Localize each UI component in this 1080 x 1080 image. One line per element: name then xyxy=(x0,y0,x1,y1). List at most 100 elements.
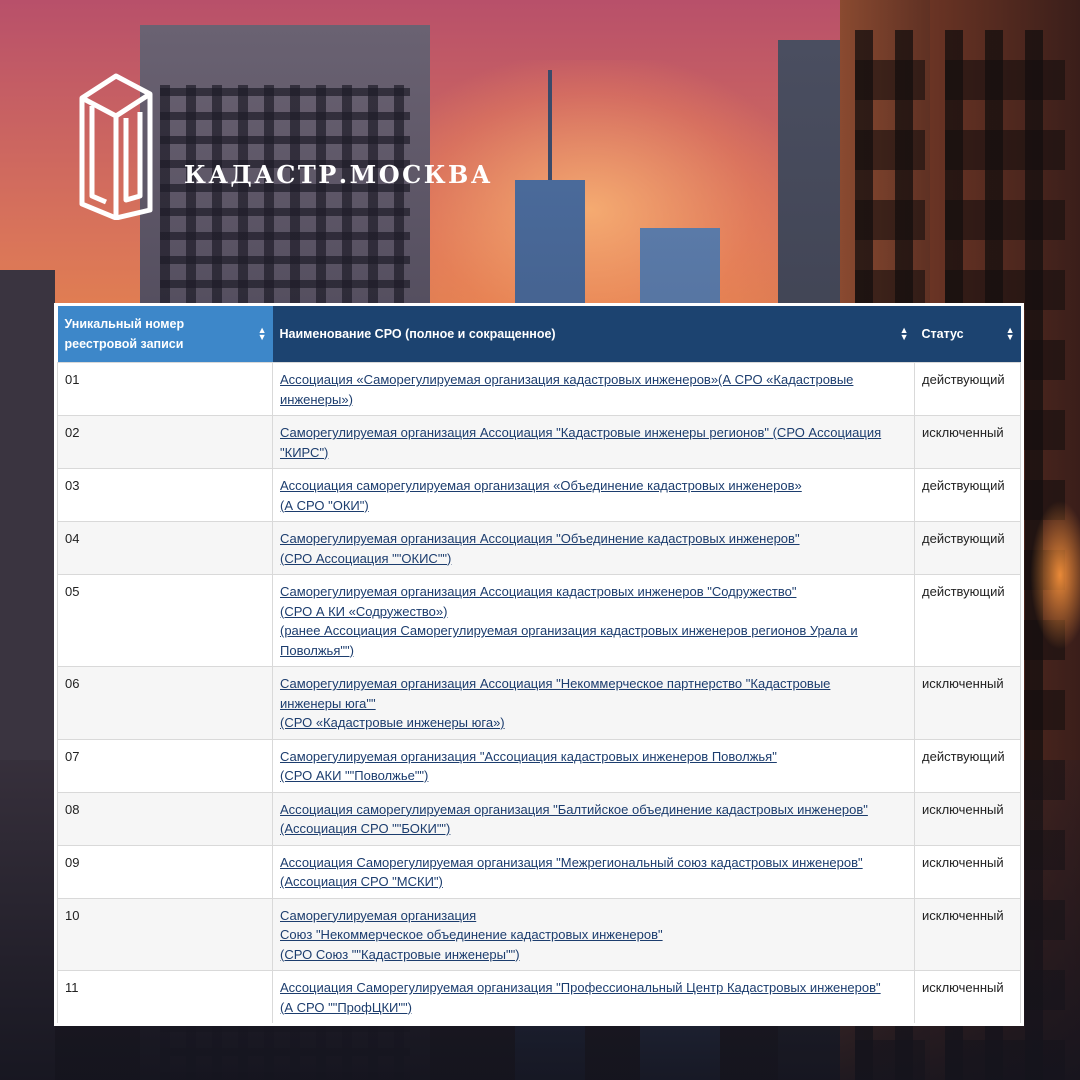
cell-sro-name: Саморегулируемая организация Союз "Некомм… xyxy=(272,897,915,971)
sro-registry-table: Уникальный номер реестровой записи ▲ ▼ На… xyxy=(57,306,1021,1027)
cell-sro-name: Саморегулируемая организация Ассоциация … xyxy=(272,521,915,575)
cell-registry-number: 02 xyxy=(57,415,273,469)
table-row: 06 Саморегулируемая организация Ассоциаци… xyxy=(57,666,1021,740)
cell-sro-name: Саморегулируемая организация Ассоциация … xyxy=(272,415,915,469)
cell-sro-name xyxy=(273,1024,915,1027)
cell-sro-name: Саморегулируемая организация "Ассоциация… xyxy=(272,738,915,793)
sro-name-line: Саморегулируемая организация xyxy=(280,907,477,923)
sro-name-line: (СРО «Кадастровые инженеры юга») xyxy=(280,715,505,730)
table-row: 05 Саморегулируемая организация Ассоциаци… xyxy=(57,574,1021,667)
sro-name-line: "КИРС") xyxy=(280,444,329,460)
sro-name-line: (СРО А КИ «Содружество») xyxy=(280,603,448,619)
cell-status: исключенный xyxy=(914,897,1021,971)
sro-name-link[interactable]: Ассоциация саморегулируемая организация … xyxy=(280,476,907,515)
column-header-status[interactable]: Статус ▲ ▼ xyxy=(914,306,1021,363)
sro-name-link[interactable]: Ассоциация «Саморегулируемая организация… xyxy=(280,370,907,409)
sro-name-line: (А СРО "ОКИ") xyxy=(280,497,369,513)
cell-registry-number: 01 xyxy=(57,362,273,416)
sort-arrows-icon[interactable]: ▲ ▼ xyxy=(900,326,909,342)
cell-status: исключенный xyxy=(914,415,1021,469)
sro-name-line: (А СРО ""ПрофЦКИ"") xyxy=(280,999,412,1015)
sro-name-line: Союз "Некоммерческое объединение кадастр… xyxy=(280,927,663,942)
sro-name-link[interactable]: Ассоциация саморегулируемая организация … xyxy=(280,800,907,839)
table-row: 11 Ассоциация Саморегулируемая организаци… xyxy=(57,970,1021,1023)
sro-name-line: Саморегулируемая организация Ассоциация … xyxy=(280,676,831,691)
sro-name-line: Саморегулируемая организация Ассоциация … xyxy=(280,584,797,599)
cell-status xyxy=(915,1024,1021,1027)
sro-name-line: Саморегулируемая организация "Ассоциация… xyxy=(280,748,777,764)
cell-registry-number: 07 xyxy=(57,738,273,793)
sro-name-link[interactable]: Саморегулируемая организация Ассоциация … xyxy=(280,529,907,568)
sro-name-link[interactable]: Саморегулируемая организация Ассоциация … xyxy=(280,582,907,660)
sro-name-line: (ранее Ассоциация Саморегулируемая орган… xyxy=(280,623,858,638)
cell-status: действующий xyxy=(914,574,1021,667)
cell-registry-number: 11 xyxy=(57,970,273,1023)
sro-name-line: инженеры юга"" xyxy=(280,695,376,711)
table-row: 04 Саморегулируемая организация Ассоциаци… xyxy=(57,521,1021,575)
table-row: 03 Ассоциация саморегулируемая организаци… xyxy=(57,468,1021,522)
table-row: 01 Ассоциация «Саморегулируемая организац… xyxy=(57,362,1021,416)
cell-sro-name: Ассоциация Саморегулируемая организация … xyxy=(272,970,915,1023)
cell-sro-name: Ассоциация саморегулируемая организация … xyxy=(272,791,915,846)
column-header-label: Уникальный номер реестровой записи xyxy=(64,317,185,351)
sro-name-line: Ассоциация Саморегулируемая организация … xyxy=(280,980,881,995)
sro-name-link[interactable]: Ассоциация Саморегулируемая организация … xyxy=(280,853,907,892)
cell-status: действующий xyxy=(914,738,1021,793)
cell-registry-number xyxy=(58,1024,273,1027)
cell-status: исключенный xyxy=(914,666,1021,740)
cell-status: действующий xyxy=(914,521,1021,575)
sort-arrows-icon[interactable]: ▲ ▼ xyxy=(258,326,267,342)
sro-name-link[interactable]: Ассоциация Саморегулируемая организация … xyxy=(280,978,907,1017)
sort-arrows-icon[interactable]: ▲ ▼ xyxy=(1006,326,1015,342)
sro-name-line: (Ассоциация СРО ""БОКИ"") xyxy=(280,821,451,836)
cell-registry-number: 09 xyxy=(57,844,273,899)
sro-name-line: инженеры») xyxy=(280,391,353,407)
sro-name-line: (СРО Ассоциация ""ОКИС"") xyxy=(280,550,452,566)
cell-registry-number: 08 xyxy=(57,791,273,846)
glass-tower-logo-icon xyxy=(79,73,153,220)
cell-sro-name: Ассоциация саморегулируемая организация … xyxy=(272,468,915,522)
table-row: 07 Саморегулируемая организация "Ассоциац… xyxy=(57,738,1021,793)
sro-name-line: Ассоциация «Саморегулируемая организация… xyxy=(280,372,854,387)
table-row xyxy=(58,1024,1021,1027)
sro-name-line: Ассоциация саморегулируемая организация … xyxy=(280,478,802,493)
cell-status: действующий xyxy=(914,362,1021,416)
sro-name-line: Ассоциация Саморегулируемая организация … xyxy=(280,854,863,870)
cell-status: действующий xyxy=(914,468,1021,522)
sro-name-line: Саморегулируемая организация Ассоциация … xyxy=(280,425,882,440)
column-header-label: Статус xyxy=(921,327,964,341)
cell-sro-name: Ассоциация Саморегулируемая организация … xyxy=(272,844,915,899)
brand-logo: КАДАСТР.МОСКВА xyxy=(78,72,490,222)
column-header-number[interactable]: Уникальный номер реестровой записи ▲ ▼ xyxy=(57,306,273,363)
table-row: 09 Ассоциация Саморегулируемая организаци… xyxy=(57,844,1021,899)
column-header-label: Наименование СРО (полное и сокращенное) xyxy=(279,327,556,341)
cell-registry-number: 05 xyxy=(57,574,273,667)
column-header-name[interactable]: Наименование СРО (полное и сокращенное) … xyxy=(272,306,915,363)
cell-registry-number: 10 xyxy=(57,897,273,971)
spire xyxy=(548,70,552,190)
sro-name-link[interactable]: Саморегулируемая организация Союз "Некомм… xyxy=(280,906,907,965)
cell-status: исключенный xyxy=(914,970,1021,1023)
cell-sro-name: Саморегулируемая организация Ассоциация … xyxy=(272,666,915,740)
sro-name-line: Поволжья"") xyxy=(280,642,354,658)
sro-name-line: Ассоциация саморегулируемая организация … xyxy=(280,801,868,817)
sro-name-line: (Ассоциация СРО "МСКИ") xyxy=(280,874,443,889)
sro-name-line: Саморегулируемая организация Ассоциация … xyxy=(280,531,800,546)
cell-registry-number: 06 xyxy=(57,666,273,740)
sro-name-link[interactable]: Саморегулируемая организация Ассоциация … xyxy=(280,674,907,733)
sro-registry-table-panel: Уникальный номер реестровой записи ▲ ▼ На… xyxy=(54,303,1024,1026)
sro-name-link[interactable]: Саморегулируемая организация Ассоциация … xyxy=(280,423,907,462)
sro-name-line: (СРО Союз ""Кадастровые инженеры"") xyxy=(280,946,520,962)
table-row: 08 Ассоциация саморегулируемая организаци… xyxy=(57,791,1021,846)
cell-sro-name: Саморегулируемая организация Ассоциация … xyxy=(272,574,915,667)
cell-registry-number: 03 xyxy=(57,468,273,522)
table-row: 02 Саморегулируемая организация Ассоциаци… xyxy=(57,415,1021,469)
cell-sro-name: Ассоциация «Саморегулируемая организация… xyxy=(272,362,915,416)
brand-name: КАДАСТР.МОСКВА xyxy=(184,160,493,189)
cell-status: исключенный xyxy=(914,844,1021,899)
cell-status: исключенный xyxy=(914,791,1021,846)
table-header-row: Уникальный номер реестровой записи ▲ ▼ На… xyxy=(57,306,1021,363)
sro-name-line: (СРО АКИ ""Поволжье"") xyxy=(280,768,429,783)
sro-name-link[interactable]: Саморегулируемая организация "Ассоциация… xyxy=(280,747,907,786)
table-row: 10 Саморегулируемая организация Союз "Неко… xyxy=(57,897,1021,971)
